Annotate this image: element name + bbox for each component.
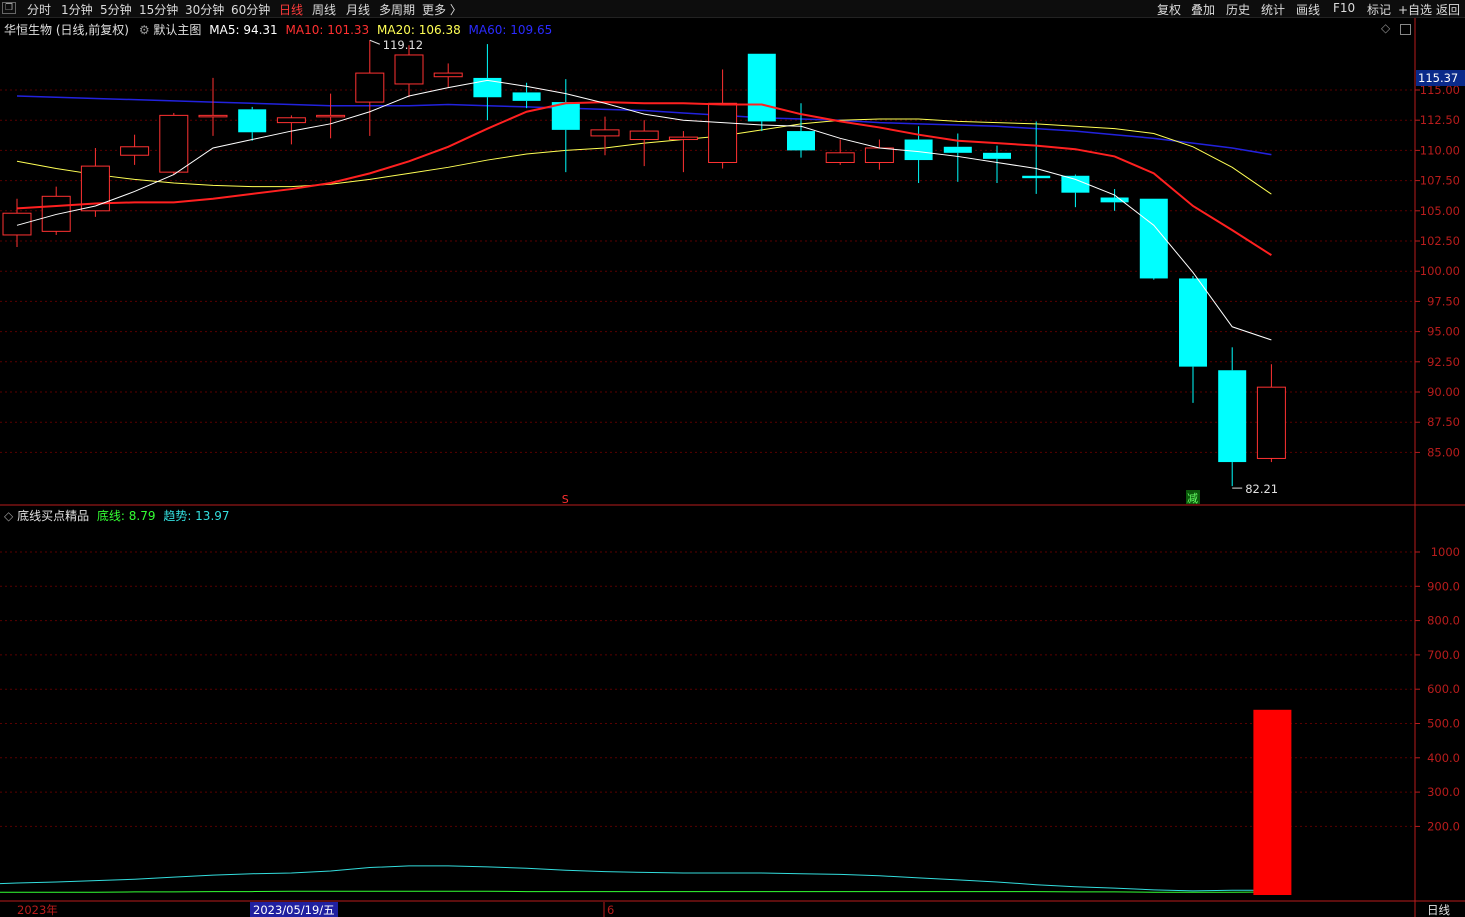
candle-body xyxy=(1100,197,1129,203)
candle-body xyxy=(825,152,855,163)
candle-body xyxy=(2,212,32,236)
sub-tick-label: 400.0 xyxy=(1427,751,1460,765)
price-tick-label: 97.50 xyxy=(1427,294,1460,308)
candle-body xyxy=(1256,386,1286,459)
trend-line xyxy=(0,865,1272,892)
high-pointer xyxy=(369,39,380,45)
current-price-label: 115.37 xyxy=(1418,71,1458,85)
period-label: 日线 xyxy=(1427,903,1450,917)
candle-body xyxy=(355,72,385,103)
month-label: 6 xyxy=(607,903,614,917)
price-tick-label: 85.00 xyxy=(1427,445,1460,459)
sub-tick-label: 500.0 xyxy=(1427,717,1460,731)
candle-body xyxy=(159,114,189,173)
candle-body xyxy=(41,195,71,232)
sell-marker-s: S xyxy=(562,493,569,506)
candle-body xyxy=(983,152,1011,159)
high-price-label: 119.12 xyxy=(383,38,423,52)
cursor-date-label: 2023/05/19/五 xyxy=(253,903,335,917)
candle-body xyxy=(904,139,933,161)
sub-tick-label: 1000 xyxy=(1431,545,1460,559)
candle-body xyxy=(276,117,306,124)
baseline-line xyxy=(0,890,1272,893)
candle-body xyxy=(120,146,150,156)
buy-signal-bar xyxy=(1253,709,1292,895)
candle-body xyxy=(1218,370,1247,463)
low-price-label: 82.21 xyxy=(1245,482,1278,496)
candle-body xyxy=(668,136,698,141)
candle-body xyxy=(1179,278,1207,367)
price-tick-label: 92.50 xyxy=(1427,355,1460,369)
price-tick-label: 100.00 xyxy=(1420,264,1460,278)
sub-tick-label: 200.0 xyxy=(1427,819,1460,833)
candle-body xyxy=(512,92,541,101)
sub-tick-label: 600.0 xyxy=(1427,682,1460,696)
candle-body xyxy=(394,54,424,85)
price-tick-label: 102.50 xyxy=(1420,234,1460,248)
candle-body xyxy=(943,146,972,153)
stock-chart[interactable]: 115.00112.50110.00107.50105.00102.50100.… xyxy=(0,0,1465,917)
candle-body xyxy=(316,114,346,118)
sub-tick-label: 800.0 xyxy=(1427,614,1460,628)
candle-body xyxy=(238,109,267,133)
candle-body xyxy=(708,102,738,163)
candle-body xyxy=(198,114,228,118)
candle-body xyxy=(864,147,894,163)
price-tick-label: 90.00 xyxy=(1427,385,1460,399)
price-tick-label: 95.00 xyxy=(1427,325,1460,339)
price-tick-label: 112.50 xyxy=(1420,113,1460,127)
sub-tick-label: 900.0 xyxy=(1427,579,1460,593)
candle-body xyxy=(433,72,463,78)
jian-marker: 减 xyxy=(1187,492,1198,505)
candle-body xyxy=(787,131,815,151)
candle-body xyxy=(629,130,659,141)
candle-body xyxy=(590,129,620,137)
sub-tick-label: 300.0 xyxy=(1427,785,1460,799)
price-tick-label: 87.50 xyxy=(1427,415,1460,429)
candle-body xyxy=(1022,175,1051,179)
sub-tick-label: 700.0 xyxy=(1427,648,1460,662)
candle-body xyxy=(1061,175,1090,193)
price-tick-label: 105.00 xyxy=(1420,204,1460,218)
price-tick-label: 110.00 xyxy=(1420,143,1460,157)
candle-body xyxy=(1139,198,1168,279)
year-label: 2023年 xyxy=(17,903,58,917)
candle-body xyxy=(747,53,776,122)
price-tick-label: 107.50 xyxy=(1420,174,1460,188)
